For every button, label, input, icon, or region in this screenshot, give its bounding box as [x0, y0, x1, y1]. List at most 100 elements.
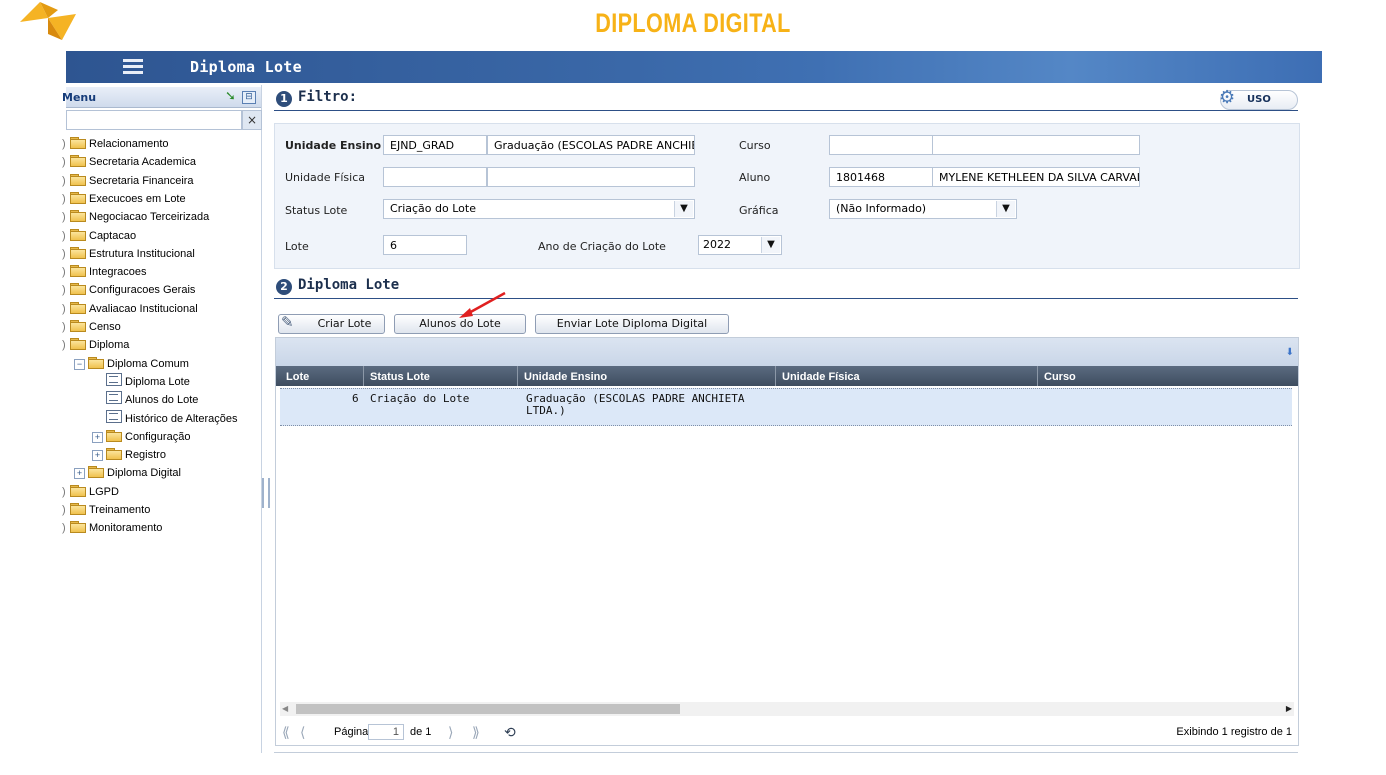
sidebar-item-label: LGPD	[89, 486, 119, 498]
section-number-badge: 2	[276, 279, 292, 295]
sidebar-item-secretaria-financeira[interactable]: ) Secretaria Financeira	[62, 172, 194, 190]
sidebar-item-label: Diploma Comum	[107, 358, 189, 370]
last-page-icon[interactable]: ⟫	[472, 724, 480, 741]
sidebar-search-input[interactable]	[66, 110, 242, 130]
sidebar-item-diploma[interactable]: ) Diploma	[62, 336, 129, 354]
sidebar-item-registro[interactable]: + Registro	[92, 446, 166, 464]
arrow-down-icon[interactable]: ⬇	[1286, 347, 1294, 358]
folder-icon	[70, 229, 86, 241]
sidebar-item-label: Secretaria Academica	[89, 156, 196, 168]
refresh-icon[interactable]: ⟲	[504, 724, 516, 741]
sidebar-item-label: Treinamento	[89, 504, 151, 516]
folder-icon	[70, 210, 86, 222]
page-label: Página	[334, 726, 369, 738]
unidade-ensino-name-input[interactable]: Graduação (ESCOLAS PADRE ANCHIETA	[487, 135, 695, 155]
sidebar-item-estrutura-institucional[interactable]: ) Estrutura Institucional	[62, 245, 195, 263]
folder-icon	[70, 155, 86, 167]
scroll-right-icon[interactable]: ▶	[1286, 704, 1292, 713]
column-header-status-lote[interactable]: Status Lote	[364, 366, 518, 386]
sidebar-item-negociacao-terceirizada[interactable]: ) Negociacao Terceirizada	[62, 208, 209, 226]
page-total: de 1	[410, 726, 432, 738]
folder-icon	[106, 430, 122, 442]
unidade-fisica-name-input[interactable]	[487, 167, 695, 187]
sidebar-item-label: Diploma	[89, 339, 130, 351]
sidebar-item-execucoes-em-lote[interactable]: ) Execucoes em Lote	[62, 190, 186, 208]
pin-icon[interactable]: ⊟	[242, 91, 256, 104]
sidebar-item-relacionamento[interactable]: ) Relacionamento	[62, 135, 169, 153]
grid-header: Lote Status Lote Unidade Ensino Unidade …	[276, 366, 1298, 386]
criar-lote-button[interactable]: ✎ Criar Lote	[278, 313, 385, 334]
column-header-unidade-ensino[interactable]: Unidade Ensino	[518, 366, 776, 386]
sidebar-item-label: Integracoes	[89, 266, 147, 278]
divider	[274, 752, 1298, 753]
table-row[interactable]: 6 Criação do Lote Graduação (ESCOLAS PAD…	[280, 388, 1292, 426]
scroll-left-icon[interactable]: ◀	[282, 704, 288, 713]
folder-icon	[70, 174, 86, 186]
tree-branch-icon: )	[62, 175, 66, 187]
folder-icon	[70, 137, 86, 149]
hamburger-menu-icon[interactable]	[123, 59, 143, 75]
collapse-icon[interactable]: −	[74, 359, 85, 370]
sidebar-item-monitoramento[interactable]: ) Monitoramento	[62, 519, 162, 537]
sidebar-item-configuracoes-gerais[interactable]: ) Configuracoes Gerais	[62, 281, 195, 299]
unidade-ensino-code-input[interactable]: EJND_GRAD	[383, 135, 487, 155]
sidebar-item-censo[interactable]: ) Censo	[62, 318, 121, 336]
next-page-icon[interactable]: ⟩	[448, 724, 453, 741]
column-header-unidade-fisica[interactable]: Unidade Física	[776, 366, 1038, 386]
column-header-curso[interactable]: Curso	[1038, 366, 1294, 386]
aluno-code-input[interactable]: 1801468	[829, 167, 933, 187]
chevron-down-icon: ▼	[996, 201, 1015, 217]
sidebar-item-diploma-comum[interactable]: − Diploma Comum	[74, 355, 189, 373]
expand-icon[interactable]: +	[92, 432, 103, 443]
sidebar-item-label: Diploma Lote	[125, 376, 190, 388]
folder-icon	[70, 192, 86, 204]
aluno-name-input[interactable]: MYLENE KETHLEEN DA SILVA CARVALH	[932, 167, 1140, 187]
expand-icon[interactable]: +	[74, 468, 85, 479]
expand-icon[interactable]: +	[92, 450, 103, 461]
folder-icon	[70, 485, 86, 497]
lote-label: Lote	[285, 240, 309, 253]
status-lote-label: Status Lote	[285, 204, 348, 217]
document-icon	[106, 373, 122, 386]
close-icon[interactable]: ×	[242, 110, 262, 130]
enviar-lote-diploma-digital-button[interactable]: Enviar Lote Diploma Digital	[535, 314, 729, 334]
sidebar-item-label: Diploma Digital	[107, 467, 181, 479]
curso-name-input[interactable]	[932, 135, 1140, 155]
first-page-icon[interactable]: ⟪	[282, 724, 290, 741]
unidade-fisica-code-input[interactable]	[383, 167, 487, 187]
sidebar-item-treinamento[interactable]: ) Treinamento	[62, 501, 150, 519]
uso-button[interactable]: ⚙ USO	[1219, 87, 1298, 110]
sidebar-item-avaliacao-institucional[interactable]: ) Avaliacao Institucional	[62, 300, 198, 318]
horizontal-scrollbar[interactable]: ◀ ▶	[280, 702, 1294, 716]
document-icon	[106, 391, 122, 404]
brand-title: DIPLOMA DIGITAL	[595, 8, 791, 38]
column-header-lote[interactable]: Lote	[280, 366, 364, 386]
sidebar-item-captacao[interactable]: ) Captacao	[62, 227, 136, 245]
page-number-input[interactable]: 1	[368, 724, 404, 740]
lote-grid: ⬇ Lote Status Lote Unidade Ensino Unidad…	[275, 337, 1299, 746]
sidebar-item-diploma-lote[interactable]: Diploma Lote	[106, 373, 190, 391]
splitter-handle[interactable]	[262, 478, 270, 508]
aluno-label: Aluno	[739, 171, 771, 184]
lote-input[interactable]: 6	[383, 235, 467, 255]
ano-criacao-select[interactable]: 2022 ▼	[698, 235, 782, 255]
previous-page-icon[interactable]: ⟨	[300, 724, 305, 741]
scroll-thumb[interactable]	[296, 704, 680, 714]
grafica-select[interactable]: (Não Informado) ▼	[829, 199, 1017, 219]
cell-lote: 6	[352, 392, 359, 405]
sidebar-item-historico-de-alteracoes[interactable]: Histórico de Alterações	[106, 410, 238, 428]
status-lote-select[interactable]: Criação do Lote ▼	[383, 199, 695, 219]
sidebar-item-configuracao[interactable]: + Configuração	[92, 428, 190, 446]
curso-code-input[interactable]	[829, 135, 933, 155]
refresh-icon[interactable]: ➘	[225, 90, 239, 104]
sidebar-item-secretaria-academica[interactable]: ) Secretaria Academica	[62, 153, 196, 171]
sidebar-item-diploma-digital[interactable]: + Diploma Digital	[74, 464, 181, 482]
folder-icon	[70, 521, 86, 533]
folder-icon	[70, 320, 86, 332]
filter-section-header: 1 Filtro: ⚙ USO	[274, 87, 1298, 111]
sidebar-item-lgpd[interactable]: ) LGPD	[62, 483, 119, 501]
sidebar-item-label: Monitoramento	[89, 522, 163, 534]
sidebar-item-alunos-do-lote[interactable]: Alunos do Lote	[106, 391, 198, 409]
sidebar-item-integracoes[interactable]: ) Integracoes	[62, 263, 146, 281]
tree-branch-icon: )	[62, 303, 66, 315]
